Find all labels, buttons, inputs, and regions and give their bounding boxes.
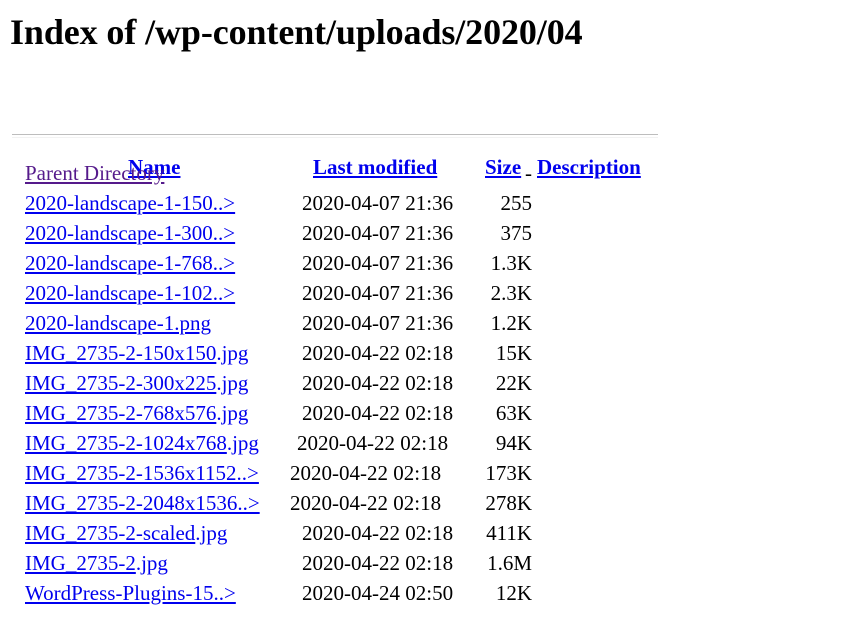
file-name-cell: 2020-landscape-1.png	[25, 308, 211, 338]
file-name-cell: WordPress-Plugins-15..>	[25, 578, 236, 608]
file-name-suffix: .jpg	[216, 401, 249, 425]
size-cell: 173K	[485, 461, 532, 485]
table-row: 2020-landscape-1-300..> 2020-04-07 21:36 3…	[0, 218, 856, 248]
file-name-cell: 2020-landscape-1-300..>	[25, 218, 235, 248]
size-cell: 94K	[495, 431, 532, 455]
file-list: Parent Directory - 2020-landscape-1-150..>…	[0, 158, 856, 608]
table-row: WordPress-Plugins-15..> 2020-04-24 02:50 1…	[0, 578, 856, 608]
file-link[interactable]: IMG_2735-2-2048x1536..>	[25, 491, 260, 515]
size-cell: 278K	[485, 491, 532, 515]
size-cell: 1.3K	[490, 251, 532, 275]
file-link[interactable]: IMG_2735-2	[25, 551, 136, 575]
last-modified-cell: 2020-04-22 02:18	[302, 341, 454, 365]
last-modified-cell: 2020-04-07 21:36	[302, 281, 454, 305]
size-cell: 1.6M	[487, 551, 532, 575]
last-modified-cell: 2020-04-22 02:18	[302, 551, 454, 575]
table-row: 2020-landscape-1-150..> 2020-04-07 21:36 2…	[0, 188, 856, 218]
last-modified-cell: 2020-04-22 02:18	[302, 401, 454, 425]
table-row: IMG_2735-2-768x576.jpg 2020-04-22 02:18 63…	[0, 398, 856, 428]
table-row: IMG_2735-2-150x150.jpg 2020-04-22 02:18 15…	[0, 338, 856, 368]
size-cell: -	[525, 161, 532, 185]
file-name-cell: 2020-landscape-1-102..>	[25, 278, 235, 308]
file-link[interactable]: 2020-landscape-1-768..>	[25, 251, 235, 275]
table-row: IMG_2735-2-1024x768.jpg 2020-04-22 02:18 9…	[0, 428, 856, 458]
last-modified-cell: 2020-04-22 02:18	[302, 371, 454, 395]
last-modified-cell: 2020-04-07 21:36	[302, 311, 454, 335]
file-name-suffix: .jpg	[135, 551, 168, 575]
table-row: 2020-landscape-1-768..> 2020-04-07 21:36 1…	[0, 248, 856, 278]
file-name-cell: IMG_2735-2-150x150.jpg	[25, 338, 248, 368]
file-name-cell: IMG_2735-2-scaled.jpg	[25, 518, 227, 548]
directory-index-page: Index of /wp-content/uploads/2020/04 Nam…	[0, 0, 856, 635]
file-name-suffix: .jpg	[195, 521, 228, 545]
file-link[interactable]: IMG_2735-2-scaled	[25, 521, 195, 545]
file-link[interactable]: 2020-landscape-1.png	[25, 311, 211, 335]
table-row: Parent Directory -	[0, 158, 856, 188]
size-cell: 63K	[495, 401, 532, 425]
size-cell: 2.3K	[490, 281, 532, 305]
file-name-suffix: .jpg	[216, 371, 249, 395]
file-name-suffix: .jpg	[216, 341, 249, 365]
last-modified-cell: 2020-04-22 02:18	[297, 431, 449, 455]
table-row: 2020-landscape-1-102..> 2020-04-07 21:36 2…	[0, 278, 856, 308]
file-name-cell: IMG_2735-2-300x225.jpg	[25, 368, 248, 398]
last-modified-cell: 2020-04-22 02:18	[290, 491, 442, 515]
table-row: IMG_2735-2-scaled.jpg 2020-04-22 02:18 411…	[0, 518, 856, 548]
table-row: IMG_2735-2-1536x1152..> 2020-04-22 02:18 1…	[0, 458, 856, 488]
file-name-cell: IMG_2735-2-1024x768.jpg	[25, 428, 259, 458]
size-cell: 22K	[495, 371, 532, 395]
file-name-cell: IMG_2735-2-2048x1536..>	[25, 488, 260, 518]
file-name-cell: IMG_2735-2-1536x1152..>	[25, 458, 259, 488]
file-name-cell: IMG_2735-2.jpg	[25, 548, 168, 578]
file-link[interactable]: IMG_2735-2-1536x1152..>	[25, 461, 259, 485]
header-divider	[12, 134, 658, 138]
file-link[interactable]: 2020-landscape-1-150..>	[25, 191, 235, 215]
file-name-suffix: .jpg	[226, 431, 259, 455]
size-cell: 1.2K	[490, 311, 532, 335]
file-link[interactable]: 2020-landscape-1-102..>	[25, 281, 235, 305]
table-row: IMG_2735-2.jpg 2020-04-22 02:18 1.6M	[0, 548, 856, 578]
last-modified-cell: 2020-04-07 21:36	[302, 221, 454, 245]
file-link[interactable]: IMG_2735-2-1024x768	[25, 431, 227, 455]
file-name-cell: Parent Directory	[25, 158, 164, 188]
last-modified-cell: 2020-04-07 21:36	[302, 251, 454, 275]
file-link[interactable]: Parent Directory	[25, 161, 164, 185]
file-link[interactable]: WordPress-Plugins-15..>	[25, 581, 236, 605]
size-cell: 411K	[486, 521, 532, 545]
size-cell: 255	[500, 191, 533, 215]
size-cell: 12K	[495, 581, 532, 605]
file-link[interactable]: IMG_2735-2-300x225	[25, 371, 216, 395]
size-cell: 375	[500, 221, 533, 245]
last-modified-cell: 2020-04-22 02:18	[290, 461, 442, 485]
table-row: IMG_2735-2-2048x1536..> 2020-04-22 02:18 2…	[0, 488, 856, 518]
file-link[interactable]: IMG_2735-2-150x150	[25, 341, 216, 365]
table-row: IMG_2735-2-300x225.jpg 2020-04-22 02:18 22…	[0, 368, 856, 398]
last-modified-cell: 2020-04-22 02:18	[302, 521, 454, 545]
size-cell: 15K	[495, 341, 532, 365]
table-row: 2020-landscape-1.png 2020-04-07 21:36 1.2K	[0, 308, 856, 338]
last-modified-cell: 2020-04-24 02:50	[302, 581, 454, 605]
page-title: Index of /wp-content/uploads/2020/04	[10, 12, 583, 52]
file-name-cell: 2020-landscape-1-768..>	[25, 248, 235, 278]
file-link[interactable]: IMG_2735-2-768x576	[25, 401, 216, 425]
file-name-cell: IMG_2735-2-768x576.jpg	[25, 398, 248, 428]
file-link[interactable]: 2020-landscape-1-300..>	[25, 221, 235, 245]
last-modified-cell: 2020-04-07 21:36	[302, 191, 454, 215]
file-name-cell: 2020-landscape-1-150..>	[25, 188, 235, 218]
